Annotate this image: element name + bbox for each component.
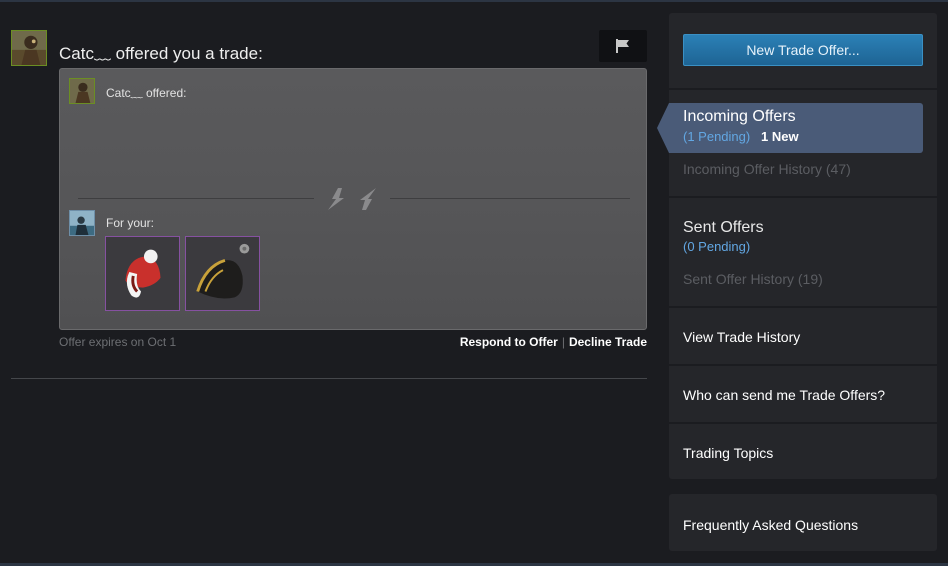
trade-item-slot[interactable] — [185, 236, 260, 311]
active-tab-pointer — [657, 103, 669, 153]
flag-icon — [616, 39, 629, 53]
sidebar-separator — [669, 422, 937, 424]
offer-divider — [78, 198, 314, 199]
report-flag-button[interactable] — [599, 30, 647, 62]
partner-avatar-small[interactable] — [69, 78, 95, 104]
red-beanie-icon — [125, 249, 161, 298]
sidebar-separator — [669, 364, 937, 366]
trade-item-slot[interactable] — [105, 236, 180, 311]
trading-topics-link[interactable]: Trading Topics — [683, 445, 773, 461]
my-avatar-small[interactable] — [69, 210, 95, 236]
faq-link[interactable]: Frequently Asked Questions — [683, 517, 858, 533]
offer-bottom-rule — [11, 378, 647, 379]
action-separator: | — [561, 335, 565, 349]
sidebar-separator — [669, 196, 937, 198]
incoming-offers-title[interactable]: Incoming Offers — [683, 108, 796, 126]
respond-to-offer-link[interactable]: Respond to Offer — [460, 335, 558, 349]
offer-divider — [390, 198, 630, 199]
sent-pending-count: (0 Pending) — [683, 239, 751, 254]
trade-offer-panel: Catc﹏ offered: For your: — [59, 68, 647, 330]
offer-expiry-text: Offer expires on Oct 1 — [59, 335, 177, 349]
top-border — [0, 0, 948, 2]
view-trade-history-link[interactable]: View Trade History — [683, 329, 800, 345]
who-can-send-offers-link[interactable]: Who can send me Trade Offers? — [683, 387, 885, 403]
incoming-new-count: 1 New — [761, 129, 799, 144]
partner-avatar-image — [12, 31, 46, 65]
incoming-offer-history-link[interactable]: Incoming Offer History (47) — [683, 161, 851, 177]
swap-arrows-icon — [328, 188, 376, 210]
partner-avatar-small-image — [70, 79, 94, 103]
trade-offer-header: Catc﹏ offered you a trade: — [59, 44, 263, 63]
partner-avatar[interactable] — [11, 30, 47, 66]
my-avatar-small-image — [70, 211, 94, 235]
incoming-pending-count: (1 Pending) — [683, 129, 751, 144]
decline-trade-link[interactable]: Decline Trade — [569, 335, 647, 349]
for-your-label: For your: — [106, 216, 155, 230]
sent-offers-tab[interactable]: Sent Offers — [683, 219, 764, 237]
new-trade-offer-button[interactable]: New Trade Offer... — [683, 34, 923, 66]
offer-actions: Respond to Offer | Decline Trade — [460, 335, 647, 349]
bicorne-hat-icon — [196, 243, 250, 299]
sent-offer-history-link[interactable]: Sent Offer History (19) — [683, 271, 823, 287]
partner-offered-label: Catc﹏ offered: — [106, 86, 187, 100]
sidebar-separator — [669, 88, 937, 90]
sidebar-separator — [669, 306, 937, 308]
